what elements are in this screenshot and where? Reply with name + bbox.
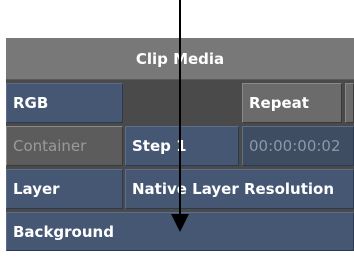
- repeat-button[interactable]: Repeat: [242, 83, 342, 123]
- container-button[interactable]: Container: [6, 126, 123, 166]
- layer-button[interactable]: Layer: [6, 169, 123, 209]
- step-field[interactable]: Step 1: [125, 126, 239, 166]
- empty-slot: [125, 83, 239, 123]
- clip-media-panel: Clip Media RGB Repeat Container Step 1 0…: [6, 38, 354, 251]
- background-field[interactable]: Background: [6, 212, 354, 251]
- timecode-field[interactable]: 00:00:00:02: [242, 126, 354, 166]
- color-mode-field[interactable]: RGB: [6, 83, 123, 123]
- repeat-dropdown-edge[interactable]: [345, 83, 354, 123]
- layer-resolution-field[interactable]: Native Layer Resolution: [125, 169, 354, 209]
- panel-title: Clip Media: [6, 38, 354, 80]
